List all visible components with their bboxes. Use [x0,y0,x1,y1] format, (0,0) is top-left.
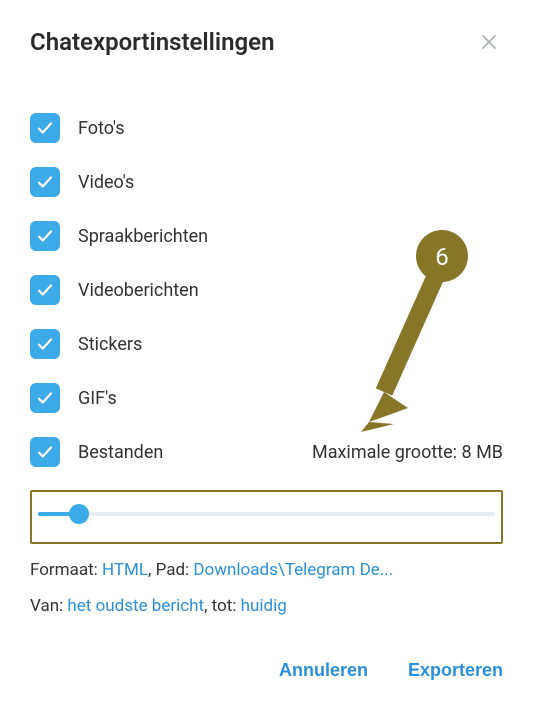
close-icon [480,33,498,51]
options-list: Foto's Video's Spraakberichten Videoberi… [30,104,503,476]
option-label: GIF's [78,388,117,409]
option-photos: Foto's [30,104,503,152]
size-slider-thumb[interactable] [69,504,89,524]
size-slider-highlight [30,490,503,544]
check-icon [36,119,54,137]
checkbox-photos[interactable] [30,113,60,143]
range-from-link[interactable]: het oudste bericht [67,596,204,616]
check-icon [36,173,54,191]
checkbox-files[interactable] [30,437,60,467]
format-link[interactable]: HTML [102,560,148,580]
dialog-header: Chatexportinstellingen [30,28,503,56]
option-gifs: GIF's [30,374,503,422]
checkbox-gifs[interactable] [30,383,60,413]
max-size-label: Maximale grootte: 8 MB [312,442,503,463]
size-slider[interactable] [38,512,495,516]
dialog-title: Chatexportinstellingen [30,28,275,56]
option-label: Videoberichten [78,280,199,301]
option-files: Bestanden Maximale grootte: 8 MB [30,428,503,476]
option-video-messages: Videoberichten [30,266,503,314]
export-settings-dialog: Chatexportinstellingen Foto's Video's [0,0,533,705]
check-icon [36,443,54,461]
checkbox-videos[interactable] [30,167,60,197]
cancel-button[interactable]: Annuleren [279,660,368,681]
export-button[interactable]: Exporteren [408,660,503,681]
export-info: Formaat: HTML, Pad: Downloads\Telegram D… [30,558,503,619]
range-to-link[interactable]: huidig [241,596,287,616]
option-stickers: Stickers [30,320,503,368]
check-icon [36,335,54,353]
path-link[interactable]: Downloads\Telegram De... [193,560,393,580]
check-icon [36,389,54,407]
format-path-row: Formaat: HTML, Pad: Downloads\Telegram D… [30,558,503,584]
option-label: Foto's [78,118,125,139]
checkbox-voice-messages[interactable] [30,221,60,251]
check-icon [36,281,54,299]
checkbox-video-messages[interactable] [30,275,60,305]
option-label: Stickers [78,334,142,355]
option-label: Video's [78,172,134,193]
format-prefix: Formaat: [30,560,102,580]
path-prefix: , Pad: [148,560,193,580]
dialog-footer: Annuleren Exporteren [279,660,503,681]
option-label: Bestanden [78,442,163,463]
option-voice-messages: Spraakberichten [30,212,503,260]
close-button[interactable] [475,28,503,56]
check-icon [36,227,54,245]
range-from-prefix: Van: [30,596,67,616]
option-videos: Video's [30,158,503,206]
range-row: Van: het oudste bericht, tot: huidig [30,594,503,620]
checkbox-stickers[interactable] [30,329,60,359]
range-to-prefix: , tot: [204,596,241,616]
option-label: Spraakberichten [78,226,208,247]
